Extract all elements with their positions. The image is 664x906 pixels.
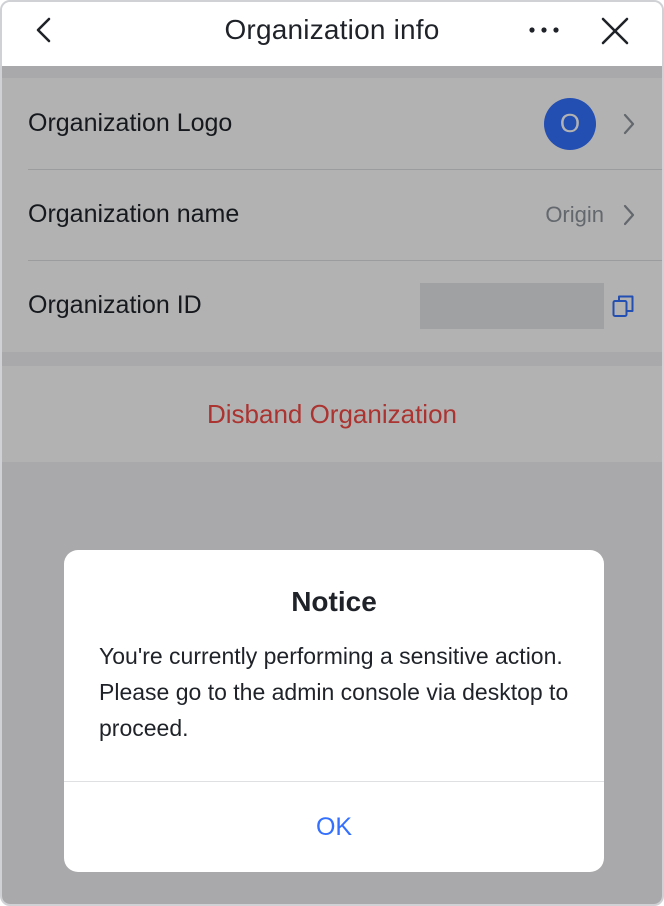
notice-dialog: Notice You're currently performing a sen… — [64, 550, 604, 872]
app-window: Organization info Organization Logo O Or… — [0, 0, 664, 906]
ok-button[interactable]: OK — [64, 782, 604, 872]
more-horizontal-icon[interactable] — [526, 20, 562, 40]
close-icon[interactable] — [600, 16, 630, 46]
page-title: Organization info — [224, 14, 440, 45]
dialog-title: Notice — [291, 586, 377, 617]
nav-bar: Organization info — [2, 2, 662, 66]
dialog-message: You're currently performing a sensitive … — [99, 643, 569, 741]
